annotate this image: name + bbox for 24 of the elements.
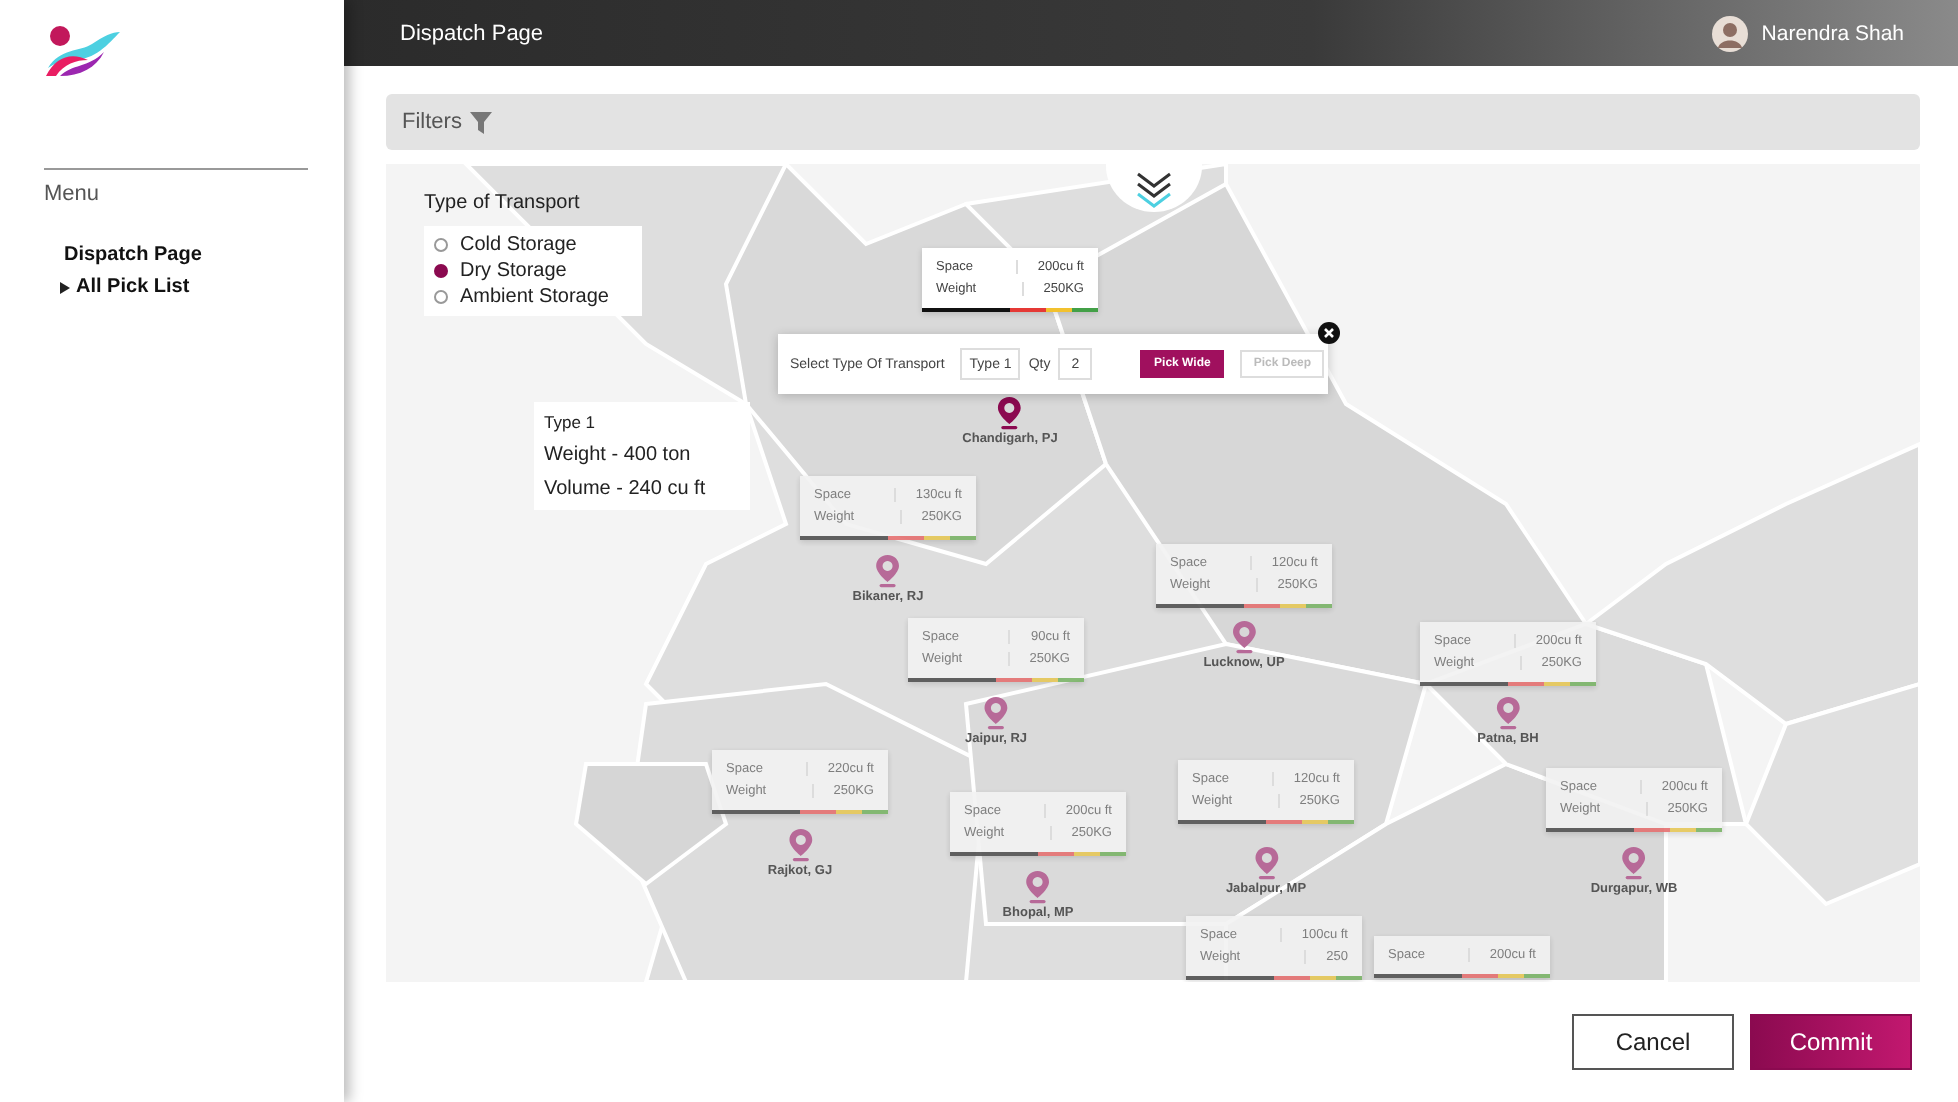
map-pin-icon[interactable]	[1231, 620, 1257, 654]
type-detail: Volume - 240 cu ft	[544, 478, 708, 500]
avatar-icon[interactable]	[1711, 15, 1748, 51]
nav-item[interactable]: All Pick List	[60, 276, 190, 298]
map-pin-icon[interactable]	[983, 696, 1009, 730]
type-title: Type 1	[544, 412, 598, 432]
filter-label: Filters	[402, 110, 462, 134]
type-detail: Weight - 400 ton	[544, 444, 693, 466]
cancel-button[interactable]: Cancel	[1572, 1014, 1734, 1070]
map-pin-icon[interactable]	[997, 396, 1023, 430]
user-name: Narendra Shah	[1761, 21, 1904, 45]
filter-icon	[469, 111, 492, 133]
logo-icon	[44, 24, 120, 76]
commit-button[interactable]: Commit	[1750, 1014, 1912, 1070]
close-icon[interactable]	[1318, 322, 1340, 344]
page-title: Dispatch Page	[400, 21, 544, 45]
radio-option[interactable]: Cold Storage	[434, 234, 632, 256]
menu-label: Menu	[44, 182, 102, 206]
filter-bar[interactable]: Filters	[386, 94, 1920, 150]
radio-option[interactable]: Dry Storage	[434, 260, 632, 282]
nav-item[interactable]: Dispatch Page	[64, 244, 202, 266]
transport-heading: Type of Transport	[424, 192, 580, 214]
radio-option[interactable]: Ambient Storage	[434, 286, 632, 308]
chevron-down-icon[interactable]	[1134, 172, 1174, 208]
